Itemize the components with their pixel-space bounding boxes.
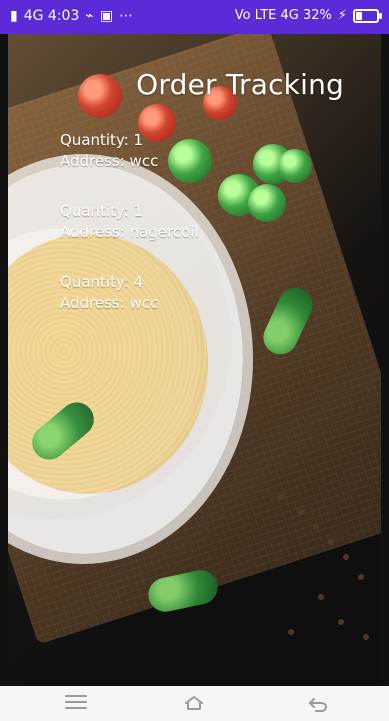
status-right: Vo LTE 4G 32% ⚡ — [234, 8, 382, 23]
usb-icon: ⌁ — [85, 8, 94, 24]
home-icon[interactable] — [183, 694, 207, 712]
green-tomato-4 — [248, 184, 286, 222]
order-address: Address: wcc — [60, 152, 159, 170]
order-item: Quantity: 1 Address: nagercoil — [60, 201, 199, 243]
charging-icon: ⚡ — [337, 8, 347, 23]
green-tomato-5 — [278, 149, 312, 183]
orders-list: Quantity: 1 Address: wcc Quantity: 1 Add… — [60, 130, 199, 343]
peppercorn — [313, 524, 319, 530]
peppercorn — [278, 494, 284, 500]
menu-line — [65, 695, 87, 697]
battery-fill — [356, 11, 363, 20]
notification-icon: ▣ — [99, 8, 114, 24]
order-item: Quantity: 4 Address: wcc — [60, 272, 199, 314]
system-nav-bar — [0, 686, 389, 721]
order-address: Address: nagercoil — [60, 223, 199, 241]
more-icon: ⋯ — [119, 8, 134, 24]
peppercorn — [338, 619, 344, 625]
menu-lines — [65, 695, 87, 711]
peppercorn — [363, 634, 369, 640]
order-tracking-screen: Order Tracking Quantity: 1 Address: wcc … — [8, 34, 381, 686]
menu-line — [65, 701, 87, 703]
status-left-text: 4G 4:03 — [23, 8, 80, 24]
peppercorn — [343, 554, 349, 560]
order-quantity: Quantity: 1 — [60, 131, 144, 149]
menu-icon[interactable] — [65, 694, 89, 712]
peppercorn — [358, 574, 364, 580]
peppercorn — [288, 629, 294, 635]
page-title: Order Tracking — [136, 68, 344, 101]
peppercorn — [318, 594, 324, 600]
order-quantity: Quantity: 1 — [60, 202, 144, 220]
order-item: Quantity: 1 Address: wcc — [60, 130, 199, 172]
order-address: Address: wcc — [60, 294, 159, 312]
peppercorn — [328, 539, 334, 545]
peppercorn — [298, 509, 304, 515]
battery-icon — [353, 8, 382, 23]
signal-icon: ▮ — [10, 8, 18, 24]
menu-line — [65, 707, 87, 709]
order-quantity: Quantity: 4 — [60, 273, 144, 291]
home-icon-svg — [185, 696, 203, 710]
back-icon[interactable] — [306, 694, 330, 712]
status-left: ▮ 4G 4:03 ⌁ ▣ ⋯ — [10, 8, 133, 24]
status-right-text: Vo LTE 4G 32% — [234, 8, 332, 23]
status-bar: ▮ 4G 4:03 ⌁ ▣ ⋯ Vo LTE 4G 32% ⚡ — [0, 0, 389, 34]
back-icon-svg — [309, 698, 327, 712]
